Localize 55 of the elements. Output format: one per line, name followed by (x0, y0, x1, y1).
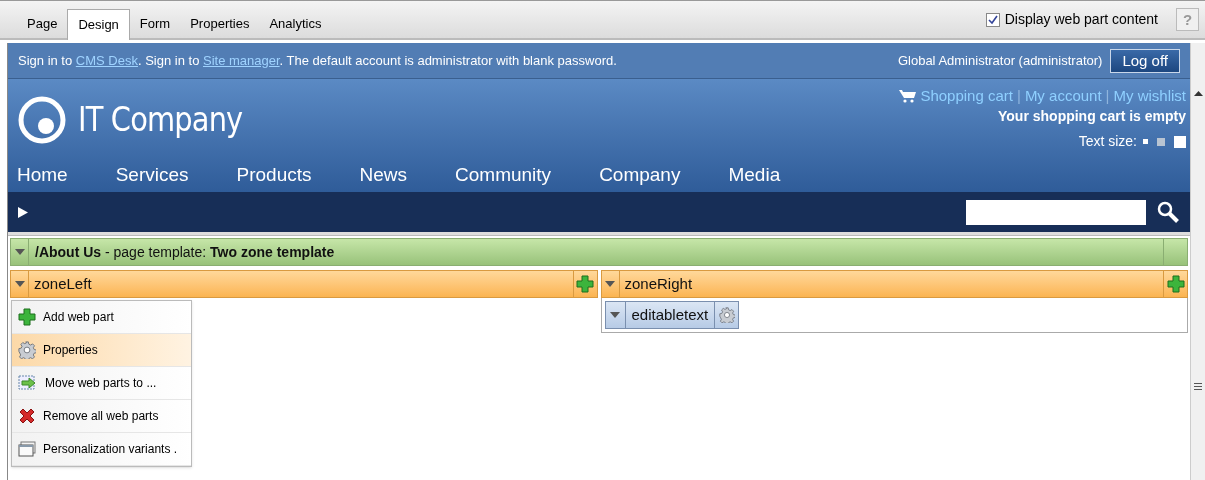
nav-link[interactable]: Home (17, 160, 68, 190)
gear-icon (18, 341, 36, 359)
web-part-name: editabletext (630, 304, 710, 325)
caret-icon (605, 281, 615, 287)
caret-icon (14, 281, 25, 287)
search-icon[interactable] (1156, 200, 1180, 224)
nav-link[interactable]: Services (115, 160, 189, 190)
menu-item[interactable]: Remove all web parts (12, 400, 191, 433)
checkbox-label: Display web part content (1004, 10, 1158, 29)
zone-name: zoneRight (623, 273, 693, 294)
plus-icon (18, 308, 36, 326)
nav-link[interactable]: Community (455, 160, 552, 190)
checkbox[interactable] (985, 12, 1000, 27)
tab[interactable]: Analytics (259, 9, 332, 38)
tab[interactable]: Form (129, 9, 181, 38)
text-size-label: Text size: (1078, 132, 1137, 151)
user-name: Global Administrator (administrator) (897, 51, 1103, 70)
scroll-grip-icon[interactable] (1194, 383, 1202, 390)
play-arrow-icon (18, 206, 28, 218)
caret-icon (14, 249, 25, 255)
logo-icon (18, 95, 66, 144)
tab[interactable]: Design (67, 9, 130, 40)
sign-in-message: Sign in to CMS Desk. Sign in to Site manager. The default account is administrator with blank password. (18, 51, 617, 70)
nav-link[interactable]: Company (599, 160, 681, 190)
caret-icon (610, 312, 620, 318)
tab[interactable]: Page (17, 9, 68, 38)
gear-icon (718, 307, 735, 323)
nav-link[interactable]: News (359, 160, 408, 190)
tab[interactable]: Properties (180, 9, 260, 38)
zone-name: zoneLeft (33, 273, 92, 294)
move-arrow-icon (18, 375, 38, 391)
windows-icon (18, 441, 36, 457)
nav-link[interactable]: Media (728, 160, 781, 190)
link-separator: | (1016, 86, 1021, 106)
menu-item[interactable]: Move web parts to ... (12, 367, 191, 400)
add-web-part-button[interactable] (1163, 271, 1187, 297)
scroll-up-arrow-icon[interactable] (1193, 91, 1203, 96)
cart-icon (899, 88, 917, 103)
large-text-size-button[interactable] (1174, 135, 1186, 148)
template-title: /About Us - page template: Two zone template (35, 242, 335, 262)
nav-link[interactable]: Products (236, 160, 312, 190)
remove-cross-icon (18, 407, 36, 425)
cart-status: Your shopping cart is empty (998, 107, 1186, 126)
check-icon (987, 14, 998, 25)
menu-item[interactable]: Properties (12, 334, 191, 367)
log-off-button[interactable]: Log off (1110, 48, 1180, 73)
menu-item[interactable]: Personalization variants . (12, 433, 191, 466)
plus-icon (1166, 275, 1185, 293)
site-logo-text: IT Company (78, 98, 243, 141)
search-field[interactable] (966, 199, 1146, 225)
plus-icon (576, 275, 594, 293)
link-separator: | (1105, 86, 1110, 106)
add-web-part-button[interactable] (572, 271, 597, 297)
medium-text-size-button[interactable] (1157, 137, 1165, 146)
menu-item[interactable]: Add web part (12, 301, 191, 334)
